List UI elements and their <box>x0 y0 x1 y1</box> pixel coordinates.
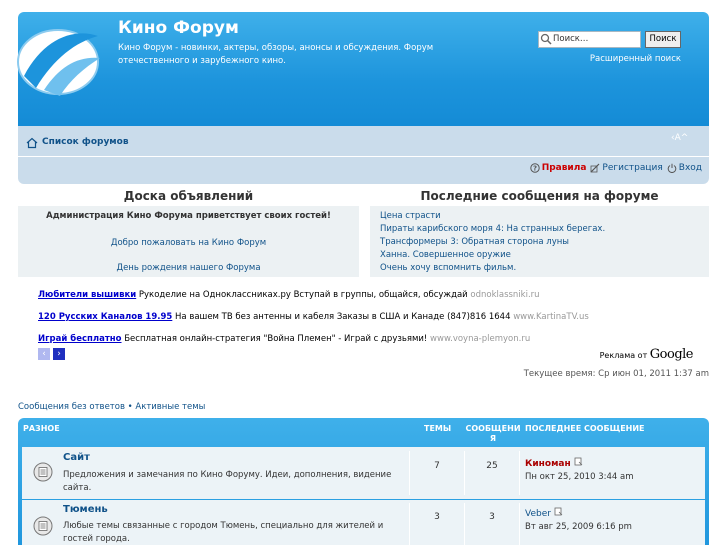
announcement-line[interactable]: Добро пожаловать на Кино Форум <box>18 238 359 248</box>
forum-title[interactable]: Тюмень <box>63 504 108 515</box>
topics-count: 7 <box>434 461 440 471</box>
ad-url[interactable]: odnoklassniki.ru <box>470 290 539 300</box>
site-description: Кино Форум - новинки, актеры, обзоры, ан… <box>118 43 434 66</box>
view-latest-post-icon[interactable] <box>574 457 583 466</box>
announcements-box: Администрация Кино Форума приветствует с… <box>18 206 359 277</box>
last-post-author[interactable]: Киноман <box>525 457 583 469</box>
nav-links: ? Правила Регистрация Вход <box>500 163 702 173</box>
ad-next-button[interactable]: › <box>53 348 65 360</box>
login-label: Вход <box>678 163 702 173</box>
question-icon: ? <box>529 163 540 173</box>
search-button[interactable]: Поиск <box>645 31 681 48</box>
announcement-line[interactable]: День рождения нашего Форума <box>18 263 359 273</box>
column-divider <box>464 503 465 545</box>
last-post-column-header: Последнее сообщение <box>525 424 645 433</box>
rules-label: Правила <box>541 163 587 173</box>
latest-post-link[interactable]: Трансформеры 3: Обратная сторона луны <box>380 237 569 247</box>
latest-post-link[interactable]: Пираты карибского моря 4: На странных бе… <box>380 224 605 234</box>
font-size-icon[interactable]: ‹A^ <box>671 133 688 143</box>
site-title[interactable]: Кино Форум <box>118 18 239 38</box>
ad-text: На вашем ТВ без антенны и кабеля Заказы … <box>172 312 514 322</box>
latest-posts-title: Последние сообщения на форуме <box>420 189 659 203</box>
register-icon <box>590 163 600 173</box>
announcements-title: Доска объявлений <box>123 189 254 203</box>
forum-read-icon <box>33 462 53 482</box>
last-post-date: Пн окт 25, 2010 3:44 am <box>525 472 634 482</box>
ad-text: Бесплатная онлайн-стратегия "Война Племе… <box>121 334 431 344</box>
ad-link[interactable]: 120 Русских Каналов 19.95 <box>38 312 172 322</box>
last-post-date: Вт авг 25, 2009 6:16 pm <box>525 522 632 532</box>
advanced-search-link[interactable]: Расширенный поиск <box>580 54 681 64</box>
forum-description: Любые темы связанные с городом Тюмень, с… <box>63 521 384 544</box>
forum-title[interactable]: Сайт <box>63 452 90 463</box>
view-latest-post-icon[interactable] <box>554 507 563 516</box>
ad-item: Любители вышивки Рукоделие на Одноклассн… <box>38 290 540 300</box>
power-icon <box>667 163 677 173</box>
current-time: Текущее время: Ср июн 01, 2011 1:37 am <box>523 369 709 379</box>
ad-item: 120 Русских Каналов 19.95 На вашем ТВ бе… <box>38 312 589 322</box>
ads-by-google[interactable]: Реклама от Google <box>580 347 694 362</box>
google-logo: Google <box>649 347 694 362</box>
ad-url[interactable]: www.voyna-plemyon.ru <box>430 334 530 344</box>
ad-link[interactable]: Любители вышивки <box>38 290 136 300</box>
posts-column-header: Сообщения <box>465 424 521 443</box>
latest-post-link[interactable]: Очень хочу вспомнить фильм. <box>380 263 516 273</box>
last-post-author-name: Киноман <box>525 459 571 469</box>
column-divider <box>519 451 520 495</box>
rules-link[interactable]: ? Правила <box>529 163 587 173</box>
search-input[interactable]: Поиск… <box>538 31 641 48</box>
site-logo[interactable] <box>14 18 102 98</box>
column-divider <box>464 451 465 495</box>
category-header[interactable]: Разное <box>23 424 60 433</box>
forum-description: Предложения и замечания по Кино Форуму. … <box>63 470 392 493</box>
ad-prev-button[interactable]: ‹ <box>38 348 50 360</box>
column-divider <box>409 451 410 495</box>
latest-posts-box: Цена страсти Пираты карибского моря 4: Н… <box>370 206 709 277</box>
search-icon <box>540 33 552 45</box>
column-divider <box>409 503 410 545</box>
latest-post-link[interactable]: Цена страсти <box>380 211 441 221</box>
breadcrumb-forum-list[interactable]: Список форумов <box>42 137 129 147</box>
quick-links[interactable]: Сообщения без ответов • Активные темы <box>18 402 205 412</box>
register-link[interactable]: Регистрация <box>590 163 663 173</box>
ad-link[interactable]: Играй бесплатно <box>38 334 122 344</box>
last-post-author-name: Veber <box>525 509 551 519</box>
latest-post-link[interactable]: Ханна. Совершенное оружие <box>380 250 511 260</box>
ad-item: Играй бесплатно Бесплатная онлайн-страте… <box>38 334 530 344</box>
forum-read-icon <box>33 516 53 536</box>
announcement-line: Администрация Кино Форума приветствует с… <box>46 211 331 221</box>
ad-url[interactable]: www.KartinaTV.us <box>513 312 589 322</box>
ads-by-prefix: Реклама от <box>599 351 650 360</box>
login-link[interactable]: Вход <box>667 163 702 173</box>
topics-column-header: Темы <box>424 424 452 433</box>
last-post-author[interactable]: Veber <box>525 507 563 519</box>
topics-count: 3 <box>434 512 440 522</box>
posts-count: 3 <box>489 512 495 522</box>
posts-count: 25 <box>486 461 498 471</box>
svg-text:?: ? <box>533 165 537 173</box>
column-divider <box>519 503 520 545</box>
ad-text: Рукоделие на Одноклассниках.ру Вступай в… <box>136 290 471 300</box>
register-label: Регистрация <box>602 163 663 173</box>
home-icon <box>26 137 38 149</box>
